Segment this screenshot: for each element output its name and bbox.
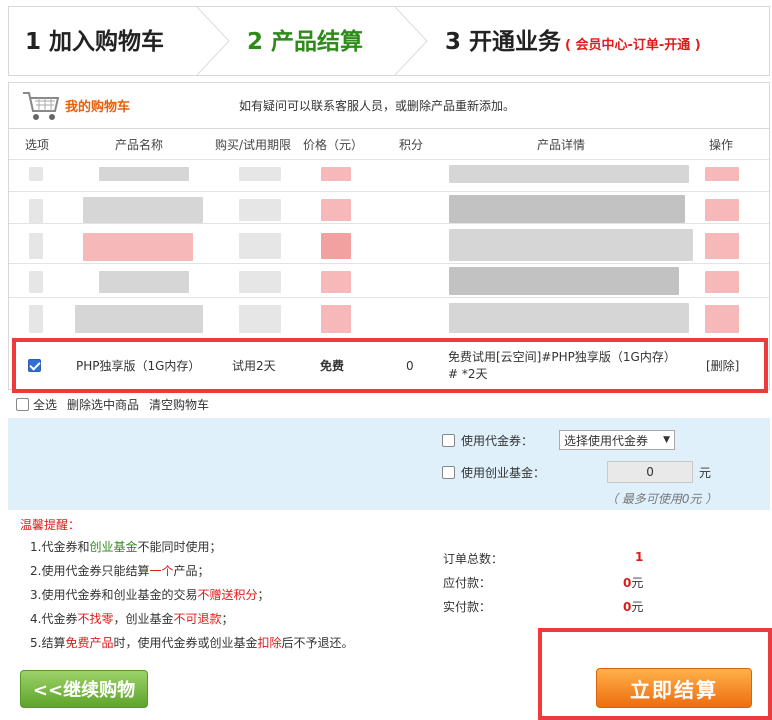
tip-2: 2.使用代金券只能结算一个产品；	[30, 564, 210, 578]
total-count-label: 订单总数：	[443, 552, 504, 566]
total-count-value: 1	[635, 550, 644, 564]
col-detail: 产品详情	[537, 138, 586, 152]
product-price: 免费	[320, 359, 345, 373]
col-points: 积分	[399, 138, 424, 152]
checkout-steps: 1 加入购物车 2 产品结算 3 开通业务( 会员中心-订单-开通 )	[8, 6, 770, 76]
checkout-button[interactable]: 立即结算	[596, 668, 752, 708]
fund-unit: 元	[699, 465, 712, 480]
col-option: 选项	[25, 138, 50, 152]
product-name: PHP独享版（1G内存）	[76, 359, 201, 373]
payable-label: 应付款：	[443, 576, 492, 590]
clear-cart-link[interactable]: 清空购物车	[149, 396, 209, 413]
cart-tip: 如有疑问可以联系客服人员，或删除产品重新添加。	[239, 99, 516, 113]
dropdown-arrow-icon: ▼	[663, 435, 671, 445]
step-activate: 3 开通业务( 会员中心-订单-开通 )	[445, 29, 701, 55]
step-add-to-cart: 1 加入购物车	[25, 29, 165, 55]
step-checkout: 2 产品结算	[247, 29, 364, 55]
product-detail: 免费试用[云空间]#PHP独享版（1G内存） # *2天	[448, 342, 676, 389]
col-period: 购买/试用期限	[215, 138, 292, 152]
col-action: 操作	[709, 138, 734, 152]
payable-value: 0元	[623, 576, 644, 590]
voucher-select[interactable]: 选择使用代金券 ▼	[559, 430, 676, 450]
fund-amount-input[interactable]: 0	[607, 461, 694, 483]
step-activate-sub: ( 会员中心-订单-开通 )	[565, 38, 701, 53]
product-detail-line2: # *2天	[448, 366, 488, 381]
use-voucher-checkbox[interactable]	[442, 433, 455, 447]
paid-label: 实付款：	[443, 600, 492, 614]
step-divider-icon	[394, 7, 428, 75]
selected-cart-row: PHP独享版（1G内存） 试用2天 免费 0 免费试用[云空间]#PHP独享版（…	[12, 338, 768, 393]
delete-link[interactable]: [删除]	[706, 342, 739, 389]
tips-title: 温馨提醒：	[20, 518, 81, 532]
select-all-checkbox[interactable]	[16, 397, 29, 411]
use-fund-label: 使用创业基金：	[461, 465, 546, 480]
select-all-label[interactable]: 全选	[33, 396, 57, 413]
cart-title: 我的购物车	[65, 100, 131, 115]
shopping-cart-icon	[23, 92, 60, 120]
tip-1: 1.代金券和创业基金不能同时使用；	[30, 540, 222, 554]
delete-selected-link[interactable]: 删除选中商品	[67, 396, 139, 413]
col-price: 价格（元）	[303, 138, 364, 152]
product-period: 试用2天	[232, 359, 276, 373]
tip-5: 5.结算免费产品时，使用代金券或创业基金扣除后不予退还。	[30, 636, 354, 650]
paid-value: 0元	[623, 600, 644, 614]
tip-3: 3.使用代金券和创业基金的交易不赠送积分；	[30, 588, 270, 602]
use-fund-checkbox[interactable]	[442, 465, 455, 479]
cart-header: 我的购物车 如有疑问可以联系客服人员，或删除产品重新添加。	[8, 82, 770, 128]
fund-max-note: （ 最多可使用0元 ）	[606, 492, 718, 506]
continue-shopping-button[interactable]: <<继续购物	[20, 670, 148, 708]
step-divider-icon	[196, 7, 230, 75]
product-points: 0	[406, 358, 414, 373]
col-product-name: 产品名称	[115, 138, 164, 152]
voucher-panel: 使用代金券： 选择使用代金券 ▼ 使用创业基金： 0 元 （ 最多可使用0元 ）	[8, 418, 770, 510]
product-detail-line1: 免费试用[云空间]#PHP独享版（1G内存）	[448, 349, 676, 364]
cart-actions: 全选 删除选中商品 清空购物车	[16, 396, 209, 412]
tip-4: 4.代金券不找零，创业基金不可退款；	[30, 612, 234, 626]
use-voucher-label: 使用代金券：	[461, 433, 534, 448]
row-checkbox[interactable]	[28, 359, 41, 372]
